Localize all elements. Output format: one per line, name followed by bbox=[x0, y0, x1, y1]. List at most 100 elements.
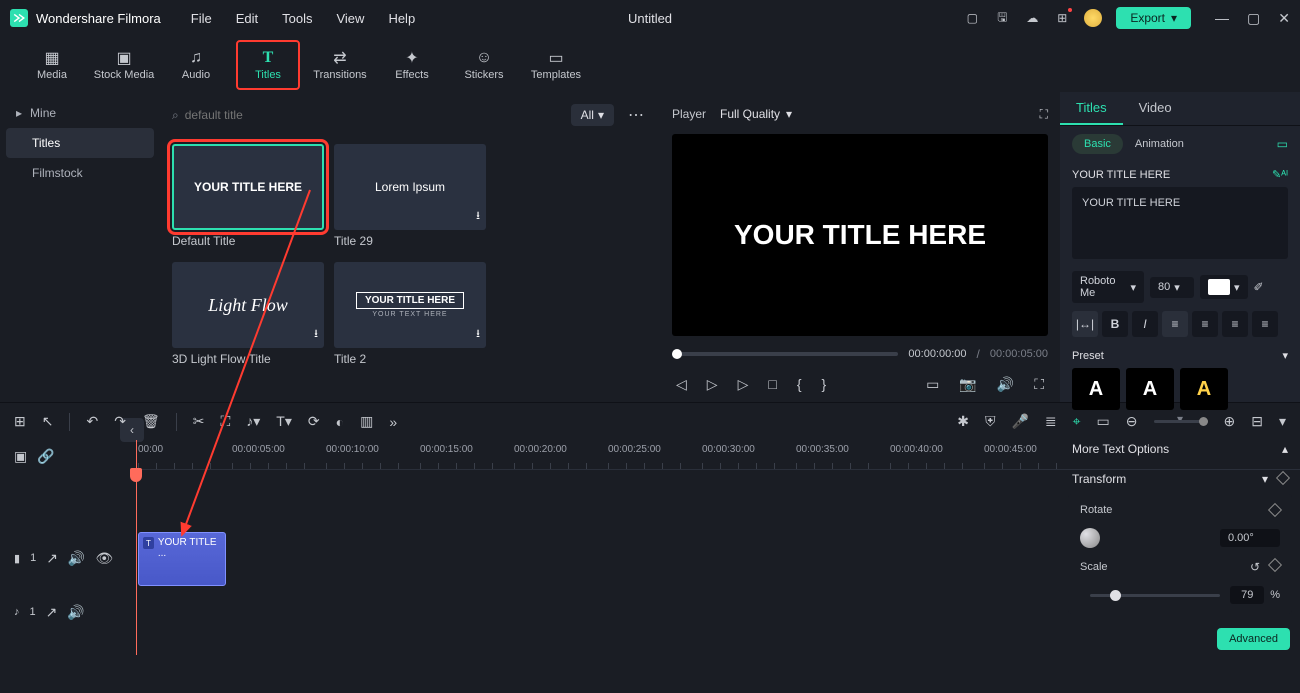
text-tool-icon[interactable]: T▾ bbox=[276, 413, 292, 430]
font-color-select[interactable]: ▾ bbox=[1200, 275, 1248, 299]
color-tool-icon[interactable]: ◐ bbox=[336, 414, 344, 430]
cloud-icon[interactable]: ☁ bbox=[1024, 10, 1040, 26]
sidebar-item-mine[interactable]: ▸Mine bbox=[6, 98, 154, 128]
stop-button[interactable]: □ bbox=[768, 376, 776, 393]
more-options-button[interactable]: ⋯ bbox=[624, 105, 648, 125]
undo-button[interactable]: ↶ bbox=[86, 413, 98, 430]
camera-icon[interactable]: 📷 bbox=[959, 376, 976, 393]
prev-frame-button[interactable]: ◁ bbox=[676, 376, 687, 393]
tab-templates[interactable]: ▭Templates bbox=[524, 40, 588, 90]
scrub-bar[interactable] bbox=[672, 352, 898, 356]
volume-icon[interactable]: 🔊 bbox=[997, 376, 1014, 393]
save-icon[interactable]: 🖫 bbox=[994, 10, 1010, 26]
marker-icon[interactable]: ✱ bbox=[957, 413, 969, 430]
delete-button[interactable]: 🗑 bbox=[142, 413, 160, 430]
eyedropper-icon[interactable]: ✐ bbox=[1254, 280, 1264, 294]
fullscreen-icon[interactable]: ⛶ bbox=[1034, 376, 1044, 393]
inspector-tab-titles[interactable]: Titles bbox=[1060, 92, 1123, 125]
menu-edit[interactable]: Edit bbox=[236, 11, 258, 26]
zoom-handle[interactable] bbox=[1199, 417, 1208, 426]
export-button[interactable]: Export▾ bbox=[1116, 7, 1191, 29]
sidebar-item-titles[interactable]: Titles bbox=[6, 128, 154, 158]
track-mute-icon[interactable]: 🔊 bbox=[68, 550, 85, 567]
align-left-button[interactable]: ≡ bbox=[1162, 311, 1188, 337]
timeline-layers-icon[interactable]: ▣ bbox=[14, 448, 27, 465]
track-visible-icon[interactable]: 👁 bbox=[95, 550, 113, 567]
inspector-tab-video[interactable]: Video bbox=[1123, 92, 1188, 125]
crop-button[interactable]: ⛶ bbox=[220, 413, 230, 430]
display-icon[interactable]: ▭ bbox=[926, 376, 939, 393]
video-track-head[interactable]: ▮1 ↗ 🔊 👁 bbox=[0, 531, 130, 585]
zoom-slider[interactable] bbox=[1154, 420, 1208, 423]
align-right-button[interactable]: ≡ bbox=[1222, 311, 1248, 337]
frame-icon[interactable]: ▭ bbox=[1097, 413, 1110, 430]
track-mute-icon[interactable]: 🔊 bbox=[67, 604, 84, 621]
font-size-select[interactable]: 80 ▾ bbox=[1150, 277, 1194, 298]
user-avatar[interactable] bbox=[1084, 9, 1102, 27]
title-thumb-lightflow[interactable]: Light Flow⭳ bbox=[172, 262, 324, 348]
title-text-input[interactable]: YOUR TITLE HERE bbox=[1072, 187, 1288, 259]
playhead[interactable] bbox=[136, 440, 137, 655]
download-icon[interactable]: ⭳ bbox=[314, 325, 318, 344]
close-button[interactable]: ✕ bbox=[1278, 10, 1290, 27]
track-export-icon[interactable]: ↗ bbox=[46, 550, 58, 567]
apps-icon[interactable]: ⊞ bbox=[1054, 10, 1070, 26]
download-icon[interactable]: ⭳ bbox=[476, 207, 480, 226]
preset-3[interactable]: A bbox=[1180, 368, 1228, 410]
sub-tab-basic[interactable]: Basic bbox=[1072, 134, 1123, 154]
redo-button[interactable]: ↷ bbox=[114, 413, 126, 430]
title-thumb-29[interactable]: Lorem Ipsum⭳ bbox=[334, 144, 486, 230]
title-thumb-default[interactable]: YOUR TITLE HERE bbox=[172, 144, 324, 230]
scrub-handle[interactable] bbox=[672, 349, 682, 359]
tab-stickers[interactable]: ☺Stickers bbox=[452, 40, 516, 90]
quality-select[interactable]: Full Quality▾ bbox=[720, 107, 792, 121]
tab-audio[interactable]: ♫Audio bbox=[164, 40, 228, 90]
snapshot-icon[interactable]: ⛶ bbox=[1040, 107, 1048, 122]
tab-titles[interactable]: TTitles bbox=[236, 40, 300, 90]
cut-button[interactable]: ✂ bbox=[193, 413, 205, 430]
save-preset-icon[interactable]: ▭ bbox=[1277, 137, 1288, 151]
more-tools-icon[interactable]: » bbox=[389, 414, 397, 430]
tab-media[interactable]: ▦Media bbox=[20, 40, 84, 90]
italic-button[interactable]: I bbox=[1132, 311, 1158, 337]
sidebar-item-filmstock[interactable]: Filmstock bbox=[6, 158, 154, 188]
screen-icon[interactable]: ▢ bbox=[964, 10, 980, 26]
timeline-ruler[interactable]: 00:0000:00:05:0000:00:10:0000:00:15:0000… bbox=[130, 440, 1300, 470]
mic-icon[interactable]: 🎤 bbox=[1011, 413, 1028, 430]
filter-all-button[interactable]: All▾ bbox=[571, 104, 614, 126]
timeline-clip-title[interactable]: T YOUR TITLE ... bbox=[138, 532, 226, 586]
grid-view-icon[interactable]: ⊟ bbox=[1251, 413, 1263, 430]
preset-2[interactable]: A bbox=[1126, 368, 1174, 410]
font-family-select[interactable]: Roboto Me▾ bbox=[1072, 271, 1144, 303]
chevron-down-icon[interactable]: ▾ bbox=[1282, 349, 1288, 362]
audio-track-head[interactable]: ♪1 ↗ 🔊 bbox=[0, 585, 130, 639]
menu-view[interactable]: View bbox=[336, 11, 364, 26]
magnet-icon[interactable]: ⌖ bbox=[1073, 413, 1081, 430]
char-spacing-button[interactable]: |↔| bbox=[1072, 311, 1098, 337]
timeline-link-icon[interactable]: 🔗 bbox=[37, 448, 54, 465]
play-button[interactable]: ▷ bbox=[707, 376, 718, 393]
align-center-button[interactable]: ≡ bbox=[1192, 311, 1218, 337]
minimize-button[interactable]: — bbox=[1215, 10, 1229, 27]
preview-canvas[interactable]: YOUR TITLE HERE bbox=[672, 134, 1048, 336]
tool-select-icon[interactable]: ↖ bbox=[42, 413, 54, 430]
mark-in-button[interactable]: { bbox=[797, 376, 802, 393]
search-input[interactable] bbox=[185, 108, 340, 122]
align-justify-button[interactable]: ≡ bbox=[1252, 311, 1278, 337]
preset-1[interactable]: A bbox=[1072, 368, 1120, 410]
zoom-out-icon[interactable]: ⊖ bbox=[1126, 413, 1138, 430]
speed-button[interactable]: ♪▾ bbox=[246, 413, 260, 430]
maximize-button[interactable]: ▢ bbox=[1247, 10, 1260, 27]
settings-icon[interactable]: ▾ bbox=[1279, 413, 1286, 430]
menu-file[interactable]: File bbox=[191, 11, 212, 26]
bold-button[interactable]: B bbox=[1102, 311, 1128, 337]
mark-out-button[interactable]: } bbox=[822, 376, 827, 393]
shield-icon[interactable]: ⛨ bbox=[985, 413, 996, 430]
tool-arrange-icon[interactable]: ⊞ bbox=[14, 413, 26, 430]
menu-help[interactable]: Help bbox=[388, 11, 415, 26]
sub-tab-animation[interactable]: Animation bbox=[1135, 138, 1184, 150]
tab-effects[interactable]: ✦Effects bbox=[380, 40, 444, 90]
menu-tools[interactable]: Tools bbox=[282, 11, 312, 26]
zoom-in-icon[interactable]: ⊕ bbox=[1224, 413, 1236, 430]
title-thumb-2[interactable]: YOUR TITLE HEREYOUR TEXT HERE⭳ bbox=[334, 262, 486, 348]
